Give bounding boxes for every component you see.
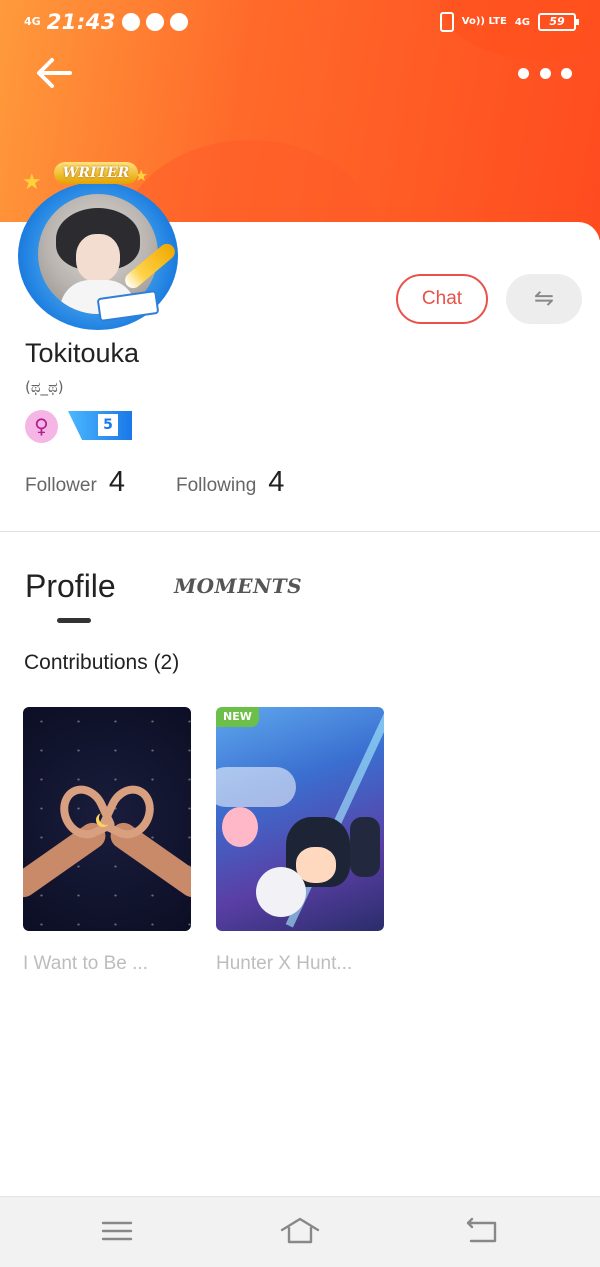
contributions-title: Contributions (2) <box>24 651 180 674</box>
return-icon <box>466 1217 497 1243</box>
more-dot-icon <box>518 67 529 79</box>
youtube-icon <box>170 13 189 31</box>
network-indicator: 4G <box>24 15 41 28</box>
network-indicator-right: 4G <box>514 16 530 28</box>
status-time: 21:43 <box>46 10 117 34</box>
profile-name: Tokitouka <box>25 338 140 368</box>
writer-frame-badge: WRITER <box>54 162 138 184</box>
home-icon <box>280 1217 320 1244</box>
system-navigation-bar <box>0 1196 600 1267</box>
story-cover[interactable]: NEW <box>216 707 384 931</box>
status-bar: 4G 21:43 Vo)) LTE 4G 59 <box>0 0 600 46</box>
status-right: Vo)) LTE 4G 59 <box>439 12 579 32</box>
volte-indicator: Vo)) LTE <box>461 16 507 27</box>
more-dot-icon <box>539 67 551 79</box>
home-button[interactable] <box>280 1215 320 1247</box>
follower-label: Follower <box>25 475 97 496</box>
level-number: 5 <box>98 414 118 436</box>
story-card[interactable]: I Want to Be ... <box>23 707 191 975</box>
following-stat[interactable]: Following 4 <box>176 466 284 499</box>
section-divider <box>0 531 600 532</box>
cover-character <box>222 807 258 847</box>
back-button[interactable] <box>32 52 76 96</box>
more-options-button[interactable] <box>518 58 572 88</box>
active-tab-indicator <box>57 618 91 623</box>
menu-button[interactable] <box>97 1215 137 1247</box>
check-icon <box>122 13 141 31</box>
tab-profile[interactable]: Profile <box>25 568 116 605</box>
battery-icon: 59 <box>538 13 579 31</box>
chat-button[interactable]: Chat <box>396 274 488 324</box>
avatar[interactable]: ★ ★ WRITER <box>8 162 188 332</box>
swap-arrows-icon[interactable]: ⇋ <box>506 274 582 324</box>
profile-tagline: (ಥ_ಥ) <box>25 378 64 396</box>
new-badge: NEW <box>216 707 259 727</box>
following-count: 4 <box>268 466 285 498</box>
moon-icon <box>99 811 113 825</box>
story-cover[interactable] <box>23 707 191 931</box>
tab-moments[interactable]: MOMENTS <box>174 574 302 598</box>
follower-stat[interactable]: Follower 4 <box>25 466 125 499</box>
status-left: 4G 21:43 <box>24 10 189 34</box>
avatar-face <box>76 234 120 282</box>
more-dot-icon <box>561 67 572 79</box>
arrow-left-icon <box>37 58 72 88</box>
female-icon: ♀ <box>25 410 58 443</box>
cover-character <box>256 867 306 917</box>
cover-cloud <box>216 767 296 807</box>
story-title[interactable]: I Want to Be ... <box>23 953 191 975</box>
follower-count: 4 <box>108 466 125 498</box>
vibrate-icon <box>439 12 454 32</box>
following-label: Following <box>176 475 257 496</box>
level-badge[interactable]: 5 <box>68 411 132 440</box>
cover-character <box>350 817 380 877</box>
story-title[interactable]: Hunter X Hunt... <box>216 953 384 975</box>
menu-icon <box>101 1221 133 1241</box>
system-back-button[interactable] <box>462 1215 502 1247</box>
star-icon: ★ <box>22 170 42 195</box>
notification-icon <box>146 13 165 31</box>
story-card[interactable]: NEW Hunter X Hunt... <box>216 707 384 975</box>
